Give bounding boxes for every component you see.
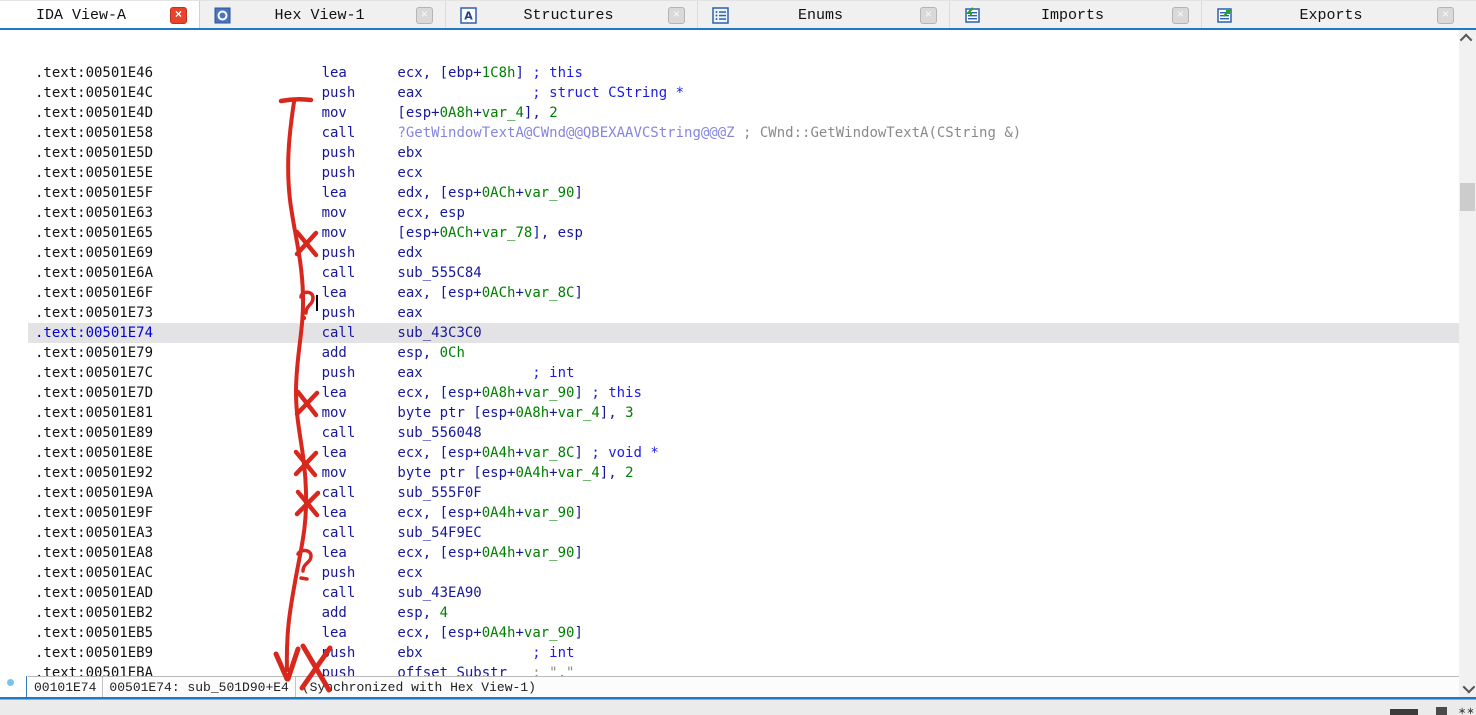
asm-line[interactable]: .text:00501E46 lea ecx, [ebp+1C8h] ; thi… <box>28 63 1459 83</box>
asm-line[interactable]: .text:00501EB5 lea ecx, [esp+0A4h+var_90… <box>28 623 1459 643</box>
asm-line[interactable]: .text:00501EB9 push ebx ; int <box>28 643 1459 663</box>
tab-hex-view-1[interactable]: Hex View-1 × <box>200 1 446 29</box>
asm-line[interactable]: .text:00501E79 add esp, 0Ch <box>28 343 1459 363</box>
asm-line[interactable]: .text:00501E9F lea ecx, [esp+0A4h+var_90… <box>28 503 1459 523</box>
asm-line[interactable]: .text:00501E5E push ecx <box>28 163 1459 183</box>
line-dot <box>7 679 14 686</box>
asm-line[interactable]: .text:00501E4D mov [esp+0A8h+var_4], 2 <box>28 103 1459 123</box>
tab-enums[interactable]: Enums × <box>698 1 950 29</box>
taskbar-sliver: ∗∗ <box>0 699 1476 715</box>
tab-label: IDA View-A <box>0 7 162 24</box>
asm-line[interactable]: .text:00501E9A call sub_555F0F <box>28 483 1459 503</box>
taskbar-icon <box>1390 709 1418 715</box>
tab-label: Enums <box>729 7 912 24</box>
tab-bar: IDA View-A × Hex View-1 × A Structures ×… <box>0 0 1476 28</box>
status-sync: (Synchronized with Hex View-1) <box>296 677 542 697</box>
structures-icon: A <box>460 7 477 24</box>
asm-line[interactable]: .text:00501E65 mov [esp+0ACh+var_78], es… <box>28 223 1459 243</box>
asm-line[interactable]: .text:00501E63 mov ecx, esp <box>28 203 1459 223</box>
status-offset: 00101E74 <box>28 677 103 697</box>
close-icon[interactable]: × <box>170 7 187 24</box>
disassembly-lines: .text:00501E46 lea ecx, [ebp+1C8h] ; thi… <box>28 63 1459 703</box>
enums-icon <box>712 7 729 24</box>
asm-line[interactable]: .text:00501E69 push edx <box>28 243 1459 263</box>
tab-label: Hex View-1 <box>231 7 408 24</box>
asm-line[interactable]: .text:00501E6F lea eax, [esp+0ACh+var_8C… <box>28 283 1459 303</box>
asm-line[interactable]: .text:00501E81 mov byte ptr [esp+0A8h+va… <box>28 403 1459 423</box>
vertical-scrollbar[interactable] <box>1459 30 1476 697</box>
taskbar-icon <box>1436 707 1447 715</box>
taskbar-icon: ∗∗ <box>1458 708 1472 715</box>
exports-icon <box>1216 7 1233 24</box>
asm-line[interactable]: .text:00501E4C push eax ; struct CString… <box>28 83 1459 103</box>
tab-label: Exports <box>1233 7 1429 24</box>
imports-icon <box>964 7 981 24</box>
asm-line[interactable]: .text:00501E6A call sub_555C84 <box>28 263 1459 283</box>
tab-label: Imports <box>981 7 1164 24</box>
disassembly-view: .text:00501E46 lea ecx, [ebp+1C8h] ; thi… <box>0 30 1459 676</box>
asm-line[interactable]: .text:00501E74 call sub_43C3C0 <box>28 323 1459 343</box>
asm-line[interactable]: .text:00501E8E lea ecx, [esp+0A4h+var_8C… <box>28 443 1459 463</box>
asm-line[interactable]: .text:00501EAD call sub_43EA90 <box>28 583 1459 603</box>
text-cursor <box>316 295 318 311</box>
close-icon[interactable]: × <box>668 7 685 24</box>
status-bar: 00101E74 00501E74: sub_501D90+E4 (Synchr… <box>28 676 1459 697</box>
close-icon[interactable]: × <box>1172 7 1189 24</box>
asm-line[interactable]: .text:00501EA3 call sub_54F9EC <box>28 523 1459 543</box>
ida-window: IDA View-A × Hex View-1 × A Structures ×… <box>0 0 1476 715</box>
asm-line[interactable]: .text:00501E5D push ebx <box>28 143 1459 163</box>
asm-line[interactable]: .text:00501EB2 add esp, 4 <box>28 603 1459 623</box>
tab-imports[interactable]: Imports × <box>950 1 1202 29</box>
svg-text:A: A <box>464 9 473 22</box>
asm-line[interactable]: .text:00501E73 push eax <box>28 303 1459 323</box>
scrollbar-thumb[interactable] <box>1460 183 1475 211</box>
asm-line[interactable]: .text:00501E7D lea ecx, [esp+0A8h+var_90… <box>28 383 1459 403</box>
tab-ida-view-a[interactable]: IDA View-A × <box>0 1 200 29</box>
hex-view-icon <box>214 7 231 24</box>
tab-exports[interactable]: Exports × <box>1202 1 1466 29</box>
close-icon[interactable]: × <box>920 7 937 24</box>
asm-line[interactable]: .text:00501E7C push eax ; int <box>28 363 1459 383</box>
tab-label: Structures <box>477 7 660 24</box>
scroll-down-icon[interactable] <box>1459 680 1476 697</box>
asm-line[interactable]: .text:00501EA8 lea ecx, [esp+0A4h+var_90… <box>28 543 1459 563</box>
status-location: 00501E74: sub_501D90+E4 <box>103 677 295 697</box>
asm-line[interactable]: .text:00501E89 call sub_556048 <box>28 423 1459 443</box>
close-icon[interactable]: × <box>416 7 433 24</box>
asm-line[interactable]: .text:00501E92 mov byte ptr [esp+0A4h+va… <box>28 463 1459 483</box>
asm-line[interactable]: .text:00501E5F lea edx, [esp+0ACh+var_90… <box>28 183 1459 203</box>
asm-line[interactable]: .text:00501EAC push ecx <box>28 563 1459 583</box>
tab-structures[interactable]: A Structures × <box>446 1 698 29</box>
asm-line[interactable]: .text:00501E58 call ?GetWindowTextA@CWnd… <box>28 123 1459 143</box>
scroll-up-icon[interactable] <box>1459 30 1476 47</box>
close-icon[interactable]: × <box>1437 7 1454 24</box>
